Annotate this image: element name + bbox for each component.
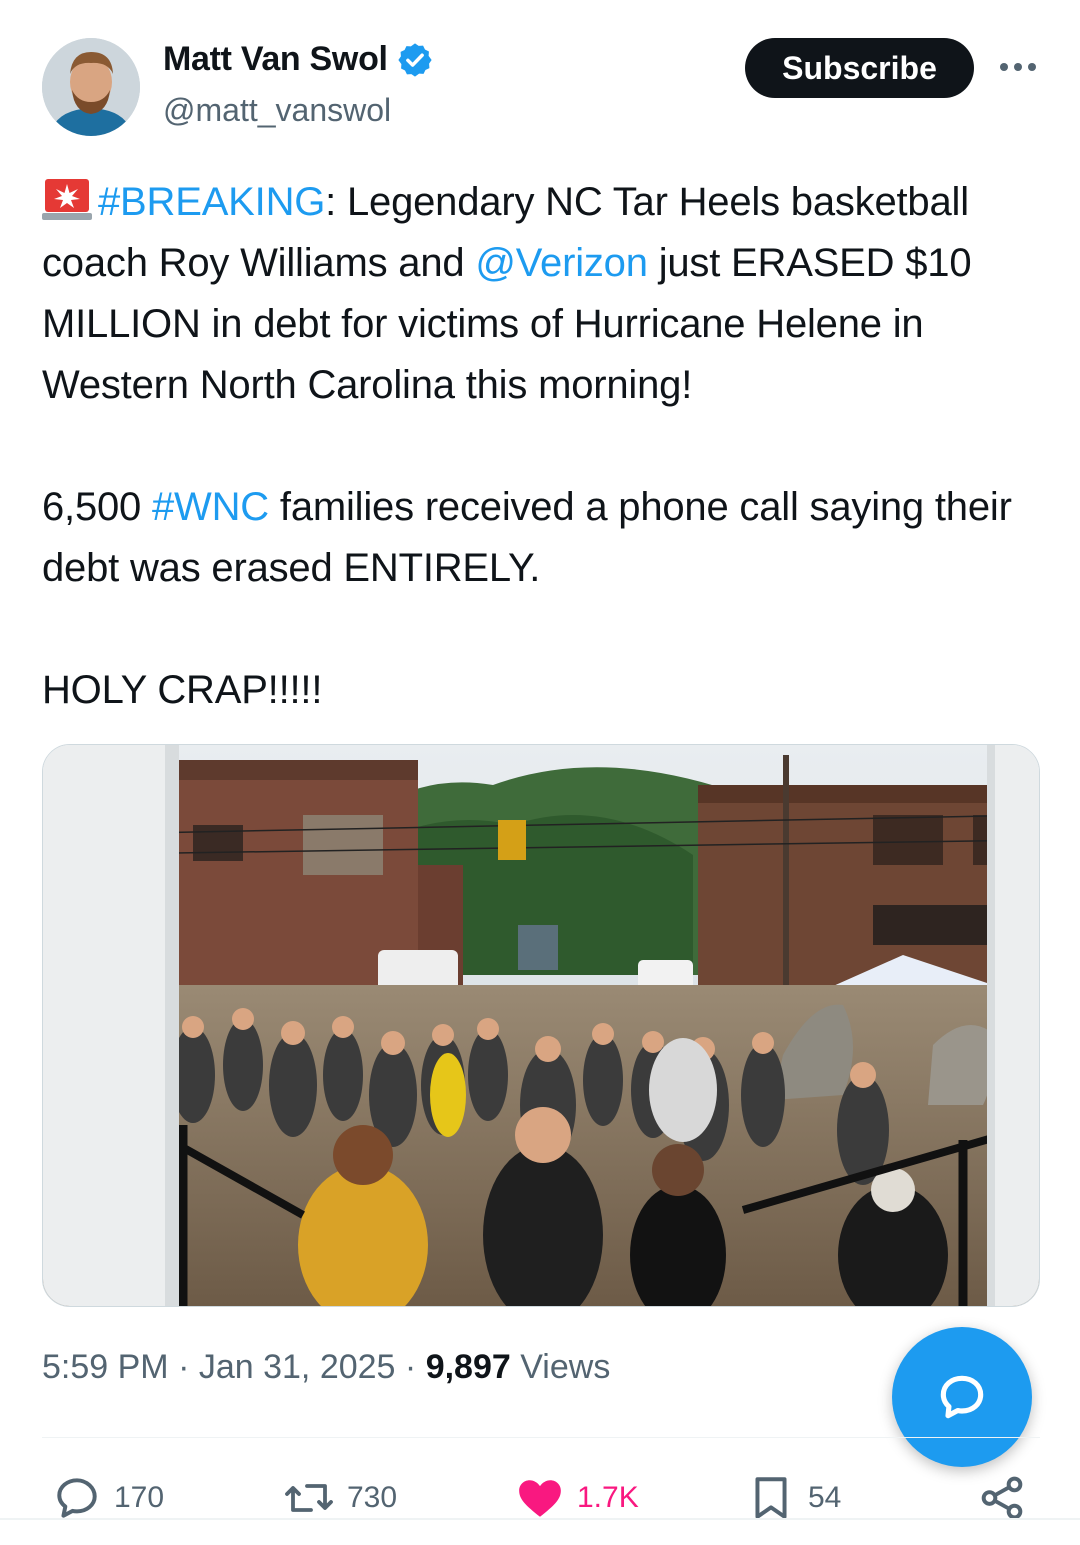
- tweet-meta: 5:59 PM · Jan 31, 2025 · 9,897 Views: [42, 1348, 610, 1387]
- more-options-icon[interactable]: [996, 50, 1040, 84]
- meta-separator: ·: [395, 1348, 426, 1386]
- views-label: Views: [520, 1348, 611, 1386]
- compose-reply-fab[interactable]: [892, 1327, 1032, 1467]
- bookmark-icon: [755, 1477, 787, 1519]
- tweet-paragraph-3: HOLY CRAP!!!!!: [42, 668, 323, 712]
- hashtag-wnc-link[interactable]: #WNC: [152, 485, 269, 529]
- tweet-paragraph-1: #BREAKING: Legendary NC Tar Heels basket…: [42, 172, 1042, 416]
- tweet-text: #BREAKING: Legendary NC Tar Heels basket…: [42, 172, 1042, 721]
- tweet-photo[interactable]: [42, 744, 1040, 1307]
- siren-emoji-icon: [42, 179, 92, 220]
- reply-count: 170: [114, 1481, 165, 1514]
- crowd-street-photo: [43, 745, 1039, 1306]
- bookmark-count: 54: [808, 1481, 842, 1514]
- tweet-header: Matt Van Swol @matt_vanswol Subscribe: [0, 0, 1080, 150]
- author-name-row[interactable]: Matt Van Swol: [163, 40, 434, 79]
- author-display-name[interactable]: Matt Van Swol: [163, 40, 388, 79]
- verified-badge-icon: [398, 42, 432, 77]
- avatar-image: [42, 38, 140, 136]
- views-count: 9,897: [425, 1348, 511, 1386]
- hashtag-breaking-link[interactable]: #BREAKING: [98, 180, 325, 224]
- subscribe-button[interactable]: Subscribe: [745, 38, 974, 98]
- tweet-time[interactable]: 5:59 PM: [42, 1348, 169, 1386]
- tweet-date[interactable]: Jan 31, 2025: [199, 1348, 396, 1386]
- avatar[interactable]: [42, 38, 140, 136]
- heart-filled-icon: [519, 1480, 561, 1517]
- like-count: 1.7K: [577, 1481, 639, 1514]
- share-icon: [981, 1476, 1023, 1520]
- reply-bubble-icon: [940, 1375, 984, 1419]
- tweet-text-segment: 6,500: [42, 485, 153, 529]
- author-handle[interactable]: @matt_vanswol: [163, 92, 391, 129]
- repost-count: 730: [347, 1481, 398, 1514]
- repost-icon: [285, 1484, 333, 1512]
- tweet-actions-bar: 170 730 1.7K 54: [0, 1470, 1080, 1530]
- reply-icon: [57, 1478, 97, 1518]
- tweet-paragraph-2: 6,500 #WNC families received a phone cal…: [42, 477, 1042, 599]
- actions-divider: [42, 1437, 1040, 1438]
- bottom-divider: [0, 1518, 1080, 1520]
- mention-verizon-link[interactable]: @Verizon: [475, 241, 648, 285]
- meta-separator: ·: [168, 1348, 199, 1386]
